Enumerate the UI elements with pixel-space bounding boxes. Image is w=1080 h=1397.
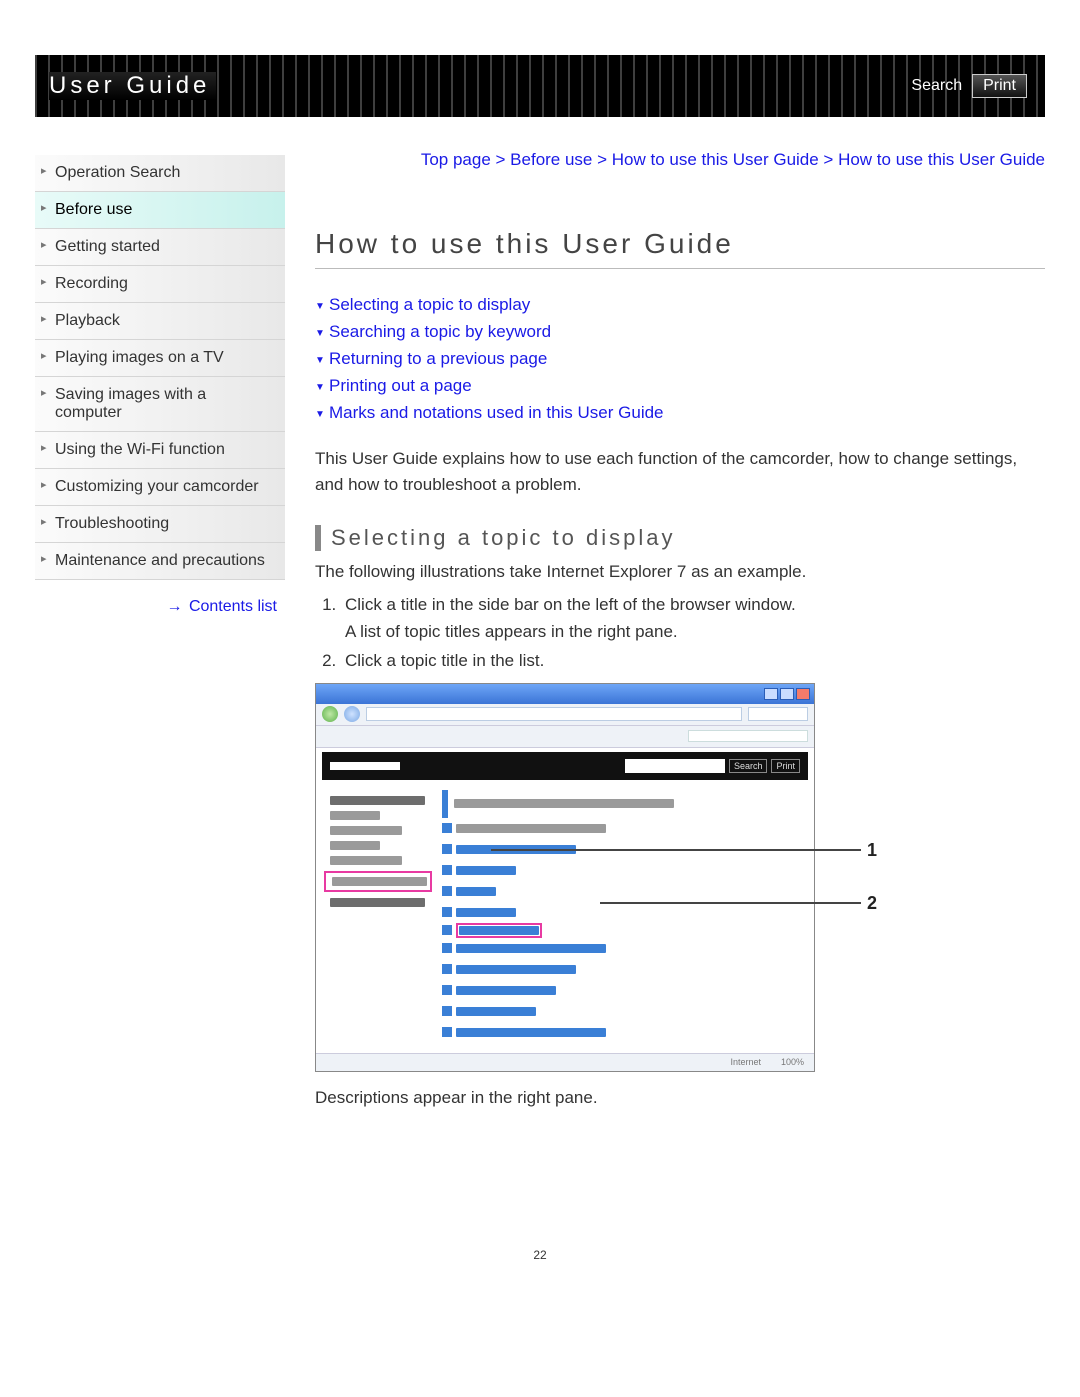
ill-statusbar: Internet 100% xyxy=(316,1053,814,1071)
ill-window-titlebar xyxy=(316,684,814,704)
down-triangle-icon xyxy=(315,318,329,345)
sidebar-item[interactable]: Operation Search xyxy=(35,155,285,192)
breadcrumb-part[interactable]: Before use xyxy=(510,150,592,169)
sidebar-item[interactable]: Using the Wi-Fi function xyxy=(35,432,285,469)
minimize-icon xyxy=(764,688,778,700)
callout-1-number: 1 xyxy=(867,840,877,861)
section-note: The following illustrations take Interne… xyxy=(315,559,1045,585)
sidebar-item[interactable]: Saving images with a computer xyxy=(35,377,285,432)
print-button[interactable]: Print xyxy=(972,74,1027,98)
search-link[interactable]: Search xyxy=(911,77,962,95)
back-icon xyxy=(322,706,338,722)
sidebar-item[interactable]: Customizing your camcorder xyxy=(35,469,285,506)
page-title: How to use this User Guide xyxy=(315,228,1045,269)
step-item: Click a topic title in the list. xyxy=(341,647,1045,674)
step-item: Click a title in the side bar on the lef… xyxy=(341,591,1045,645)
close-icon xyxy=(796,688,810,700)
sidebar: Operation SearchBefore useGetting starte… xyxy=(35,147,285,1108)
jump-link[interactable]: Marks and notations used in this User Gu… xyxy=(315,399,1045,426)
address-bar xyxy=(366,707,742,721)
jump-links: Selecting a topic to displaySearching a … xyxy=(315,291,1045,427)
sidebar-item[interactable]: Playback xyxy=(35,303,285,340)
status-zoom: 100% xyxy=(781,1057,804,1067)
breadcrumb-part[interactable]: How to use this User Guide xyxy=(612,150,819,169)
section-heading: Selecting a topic to display xyxy=(315,525,1045,551)
jump-link[interactable]: Printing out a page xyxy=(315,372,1045,399)
ill-toolbar2 xyxy=(316,726,814,748)
sidebar-item[interactable]: Before use xyxy=(35,192,285,229)
sidebar-item[interactable]: Maintenance and precautions xyxy=(35,543,285,580)
toolbar-icons xyxy=(688,730,808,742)
intro-text: This User Guide explains how to use each… xyxy=(315,446,1045,497)
sidebar-item[interactable]: Playing images on a TV xyxy=(35,340,285,377)
search-box xyxy=(748,707,808,721)
jump-link[interactable]: Returning to a previous page xyxy=(315,345,1045,372)
page-number: 22 xyxy=(35,1248,1045,1262)
sidebar-item[interactable]: Recording xyxy=(35,266,285,303)
ill-sidebar xyxy=(322,790,432,1043)
ill-search-input xyxy=(625,759,725,773)
contents-list-link[interactable]: → Contents list xyxy=(35,598,285,616)
ill-search-button: Search xyxy=(729,759,768,773)
callout-2-number: 2 xyxy=(867,893,877,914)
status-internet: Internet xyxy=(730,1057,761,1067)
down-triangle-icon xyxy=(315,372,329,399)
after-illustration-text: Descriptions appear in the right pane. xyxy=(315,1088,1045,1108)
ill-nav-toolbar xyxy=(316,704,814,726)
down-triangle-icon xyxy=(315,399,329,426)
jump-link[interactable]: Selecting a topic to display xyxy=(315,291,1045,318)
ill-header-band: Search Print xyxy=(322,752,808,780)
ill-body xyxy=(316,784,814,1053)
breadcrumb: Top page > Before use > How to use this … xyxy=(315,147,1045,173)
ill-content xyxy=(442,790,808,1043)
header-band: User Guide Search Print xyxy=(35,55,1045,117)
jump-link[interactable]: Searching a topic by keyword xyxy=(315,318,1045,345)
ill-callout-1-box xyxy=(324,871,432,892)
down-triangle-icon xyxy=(315,345,329,372)
illustration: Search Print xyxy=(315,683,1045,1072)
ill-callout-2-box xyxy=(456,923,542,938)
sidebar-item[interactable]: Troubleshooting xyxy=(35,506,285,543)
maximize-icon xyxy=(780,688,794,700)
breadcrumb-part[interactable]: Top page xyxy=(421,150,491,169)
arrow-right-icon: → xyxy=(167,598,181,615)
sidebar-item[interactable]: Getting started xyxy=(35,229,285,266)
steps-list: Click a title in the side bar on the lef… xyxy=(319,591,1045,675)
breadcrumb-current: How to use this User Guide xyxy=(838,150,1045,169)
sidebar-list: Operation SearchBefore useGetting starte… xyxy=(35,155,285,580)
illustration-frame: Search Print xyxy=(315,683,815,1072)
ill-print-button: Print xyxy=(771,759,800,773)
forward-icon xyxy=(344,706,360,722)
down-triangle-icon xyxy=(315,291,329,318)
app-title: User Guide xyxy=(49,72,216,100)
